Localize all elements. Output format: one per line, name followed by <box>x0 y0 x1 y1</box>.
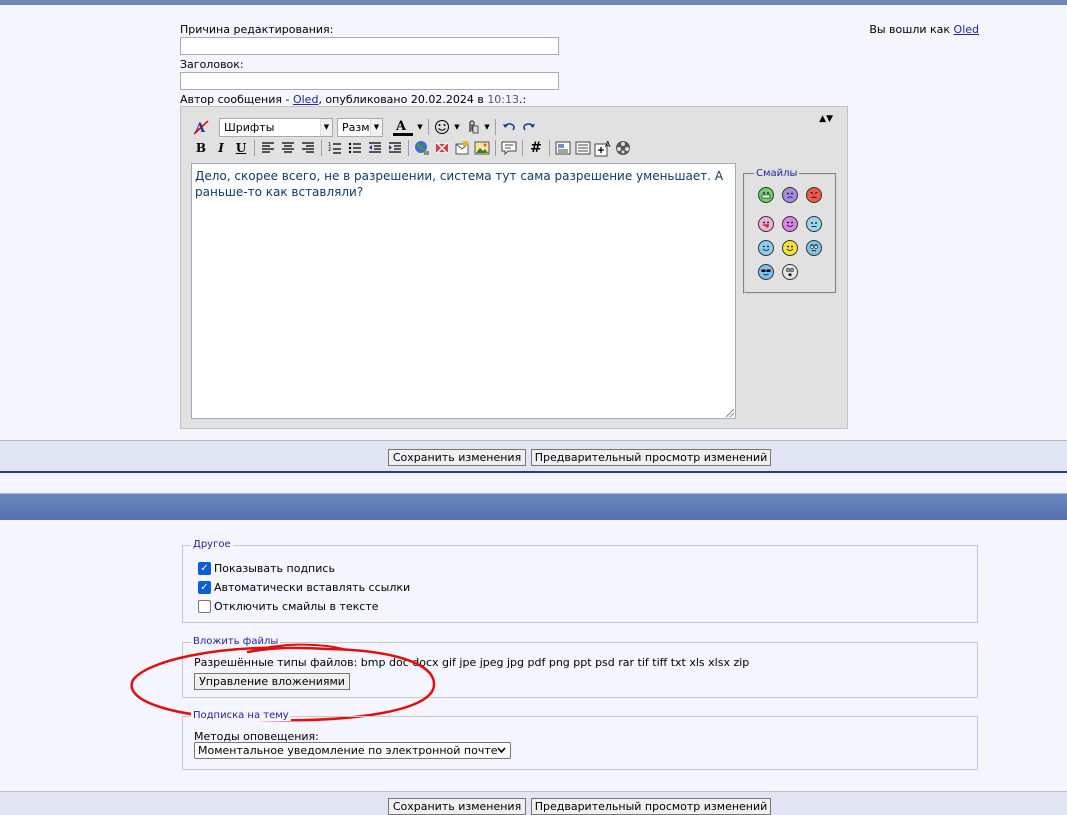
smilies-panel: Смайлы <box>743 168 837 294</box>
shocked-smiley-icon[interactable] <box>782 264 798 280</box>
angry-smiley-icon[interactable] <box>806 187 822 203</box>
legend-attachments: Вложить файлы <box>191 636 281 647</box>
button-bar-bottom: Сохранить изменения Предварительный прос… <box>0 791 1067 815</box>
undo-icon[interactable] <box>499 117 519 137</box>
toolbar-separator <box>408 140 409 156</box>
auto-links-checkbox[interactable]: ✓ Автоматически вставлять ссылки <box>198 581 410 594</box>
fieldset-subscription: Подписка на тему Методы оповещения: Моме… <box>182 710 978 770</box>
size-select[interactable]: Размер ▼ <box>337 117 383 137</box>
resize-handle-icon[interactable] <box>726 409 734 417</box>
checkbox-checked-icon[interactable]: ✓ <box>198 581 211 594</box>
font-select[interactable]: Шрифты ▼ <box>219 117 333 137</box>
media-reel-icon[interactable] <box>613 138 633 158</box>
message-textarea[interactable]: Дело, скорее всего, не в разрешении, сис… <box>191 163 736 419</box>
toolbar-separator <box>495 119 496 135</box>
chevron-down-icon: ▼ <box>370 118 382 136</box>
tongue-smiley-icon[interactable] <box>758 216 774 232</box>
quote-icon[interactable] <box>499 138 519 158</box>
attachment-icon[interactable] <box>462 117 482 137</box>
insert-image-icon[interactable] <box>472 138 492 158</box>
smiley-icon[interactable] <box>432 117 452 137</box>
message-text: Дело, скорее всего, не в разрешении, сис… <box>195 169 724 199</box>
sad-smiley-icon[interactable] <box>782 187 798 203</box>
toolbar-separator <box>495 140 496 156</box>
chevron-down-icon[interactable]: ▼ <box>415 117 425 137</box>
divider-line <box>0 471 1067 473</box>
underline-icon[interactable]: U <box>231 138 251 158</box>
chevron-down-icon[interactable]: ▼ <box>482 117 492 137</box>
allowed-file-types: Разрешённые типы файлов: bmp doc docx gi… <box>194 656 750 669</box>
bold-icon[interactable]: B <box>191 138 211 158</box>
manage-attachments-button[interactable]: Управление вложениями <box>194 673 350 690</box>
wink-smiley-icon[interactable] <box>758 240 774 256</box>
disable-smilies-checkbox[interactable]: Отключить смайлы в тексте <box>198 600 379 613</box>
reason-input[interactable] <box>180 37 559 55</box>
legend-subscription: Подписка на тему <box>191 710 291 721</box>
toolbar-row-2: B I U 12 # A <box>191 138 633 158</box>
save-button-bottom[interactable]: Сохранить изменения <box>388 798 526 815</box>
author-line: Автор сообщения - Oled, опубликовано 20.… <box>180 93 527 106</box>
italic-icon[interactable]: I <box>211 138 231 158</box>
preview-button-top[interactable]: Предварительный просмотр изменений <box>531 449 771 466</box>
align-right-icon[interactable] <box>298 138 318 158</box>
preview-button-bottom[interactable]: Предварительный просмотр изменений <box>531 798 771 815</box>
fieldset-attachments: Вложить файлы Разрешённые типы файлов: b… <box>182 636 978 698</box>
svg-text:A: A <box>605 140 611 149</box>
rolling-eyes-smiley-icon[interactable] <box>806 240 822 256</box>
insert-email-icon[interactable] <box>452 138 472 158</box>
legend-other: Другое <box>191 539 233 550</box>
checkbox-unchecked-icon[interactable] <box>198 600 211 613</box>
text-color-icon[interactable]: A <box>391 117 415 137</box>
logged-in-info: Вы вошли как Oled <box>869 23 979 36</box>
insert-table-icon[interactable] <box>573 138 593 158</box>
chevron-down-icon: ▼ <box>320 118 332 136</box>
unlink-icon[interactable] <box>432 138 452 158</box>
toolbar-separator <box>428 119 429 135</box>
editor-box: A Шрифты▼ Размер▼ A ▼ ▼ ▼ ▲▼ B I U <box>180 106 848 429</box>
insert-link-icon[interactable] <box>412 138 432 158</box>
confused-smiley-icon[interactable] <box>806 216 822 232</box>
section-header-bar <box>0 490 1067 520</box>
svg-text:2: 2 <box>328 147 331 153</box>
author-link[interactable]: Oled <box>293 93 318 106</box>
toolbar-row-1: A Шрифты▼ Размер▼ A ▼ ▼ ▼ <box>191 117 539 137</box>
align-center-icon[interactable] <box>278 138 298 158</box>
show-signature-checkbox[interactable]: ✓ Показывать подпись <box>198 562 335 575</box>
title-label: Заголовок: <box>180 58 244 71</box>
text-box-icon[interactable]: A <box>593 138 613 158</box>
username-link[interactable]: Oled <box>954 23 979 36</box>
chevron-down-icon[interactable]: ▼ <box>452 117 462 137</box>
grin-smiley-icon[interactable] <box>758 187 774 203</box>
chevron-down-icon <box>497 747 506 754</box>
save-button-top[interactable]: Сохранить изменения <box>388 449 526 466</box>
toolbar-separator <box>321 140 322 156</box>
align-left-icon[interactable] <box>258 138 278 158</box>
smile-smiley-icon[interactable] <box>782 240 798 256</box>
unordered-list-icon[interactable] <box>345 138 365 158</box>
toolbar-separator <box>522 140 523 156</box>
smilies-legend: Смайлы <box>754 168 800 179</box>
ordered-list-icon[interactable]: 12 <box>325 138 345 158</box>
redo-icon[interactable] <box>519 117 539 137</box>
code-hash-icon[interactable]: # <box>526 138 546 158</box>
checkbox-checked-icon[interactable]: ✓ <box>198 562 211 575</box>
fieldset-other: Другое ✓ Показывать подпись ✓ Автоматическ… <box>182 539 978 623</box>
collapse-toolbar-icon[interactable]: ▲▼ <box>819 115 833 124</box>
top-bar <box>0 0 1067 5</box>
title-input[interactable] <box>180 72 559 90</box>
insert-block-icon[interactable] <box>553 138 573 158</box>
remove-format-icon[interactable]: A <box>191 117 211 137</box>
notification-method-select[interactable]: Моментальное уведомление по электронной … <box>194 742 511 759</box>
toolbar-separator <box>549 140 550 156</box>
button-bar-top: Сохранить изменения Предварительный прос… <box>0 440 1067 472</box>
toolbar-separator <box>254 140 255 156</box>
cool-smiley-icon[interactable] <box>758 264 774 280</box>
reason-label: Причина редактирования: <box>180 23 334 36</box>
outdent-icon[interactable] <box>365 138 385 158</box>
happy-smiley-icon[interactable] <box>782 216 798 232</box>
svg-text:A: A <box>395 119 407 134</box>
indent-icon[interactable] <box>385 138 405 158</box>
published-time: 10:13 <box>487 93 520 106</box>
